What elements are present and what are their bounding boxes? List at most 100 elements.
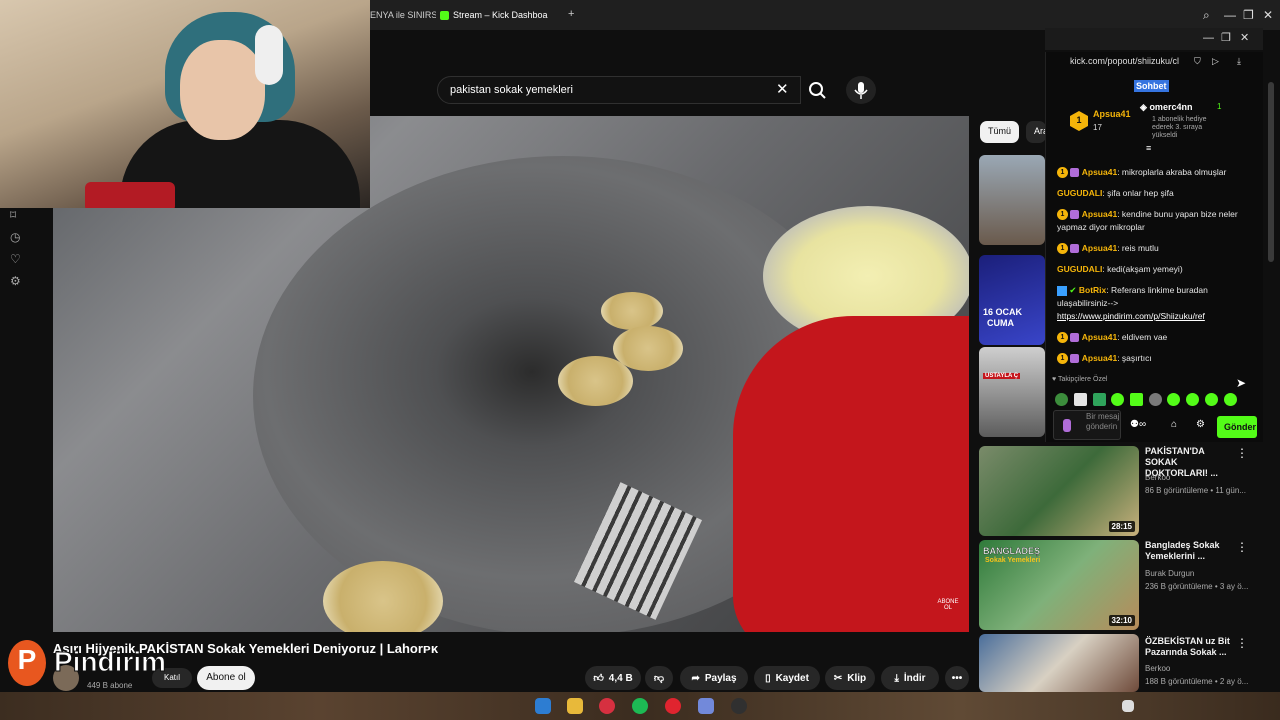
- chat-url[interactable]: kick.com/popout/shiizuku/cl: [1070, 56, 1179, 66]
- badge-icon: 1: [1057, 353, 1068, 365]
- minimize-icon[interactable]: —: [1224, 8, 1236, 22]
- recommendation-title[interactable]: Bangladeş Sokak Yemeklerini ...: [1145, 540, 1235, 562]
- emote-icon[interactable]: [1224, 393, 1237, 406]
- chat-username[interactable]: Apsua41: [1082, 209, 1117, 219]
- chat-username[interactable]: Apsua41: [1082, 167, 1117, 177]
- thumb-overlay-text: USTAYLA Ç: [983, 373, 1021, 379]
- chat-username[interactable]: GUGUDALI: [1057, 264, 1102, 274]
- opera-icon[interactable]: [599, 698, 615, 714]
- search-tabs-icon[interactable]: ⌕: [1203, 8, 1210, 23]
- recommendation-channel[interactable]: Burak Durgun: [1145, 569, 1194, 578]
- bookmark-icon[interactable]: ⌑: [10, 208, 16, 222]
- gift-icon: ◈: [1140, 102, 1147, 112]
- tab-kick-dashboard[interactable]: Stream – Kick Dashboa: [440, 6, 560, 24]
- scrollbar[interactable]: [1268, 82, 1274, 262]
- recommendation-thumbnail[interactable]: 16 OCAK CUMA: [979, 255, 1045, 345]
- streamer-webcam: [0, 0, 370, 208]
- thumbs-down-icon: 👎︎: [653, 673, 665, 684]
- recommendation-channel[interactable]: Berkoo: [1145, 473, 1170, 482]
- close-icon[interactable]: ✕: [1263, 8, 1273, 22]
- chat-username[interactable]: Apsua41: [1082, 243, 1117, 253]
- more-icon[interactable]: ⋮: [1236, 636, 1248, 650]
- thumb-title: BANGLADEŞ: [983, 546, 1041, 556]
- clear-search-icon[interactable]: ✕: [776, 80, 789, 98]
- sub-badge-icon: [1070, 354, 1080, 364]
- clip-button[interactable]: ✂ Klip: [825, 666, 875, 690]
- emote-icon[interactable]: [1149, 393, 1162, 406]
- chat-text: mikroplarla akraba olmuşlar: [1121, 167, 1227, 177]
- emote-icon[interactable]: [1205, 393, 1218, 406]
- emote-icon[interactable]: [1074, 393, 1087, 406]
- share-button[interactable]: ➦ Paylaş: [680, 666, 748, 690]
- chat-username[interactable]: GUGUDALI: [1057, 188, 1102, 198]
- history-icon[interactable]: ◷: [10, 230, 20, 244]
- obs-icon[interactable]: [731, 698, 747, 714]
- subscribe-button[interactable]: Abone ol: [197, 666, 255, 690]
- emote-icon[interactable]: [1055, 393, 1068, 406]
- emote-icon[interactable]: [1093, 393, 1106, 406]
- recommendation-title[interactable]: ÖZBEKİSTAN uz Bit Pazarında Sokak ...: [1145, 636, 1235, 658]
- restore-icon[interactable]: ❐: [1243, 8, 1254, 22]
- badge-icon: 1: [1057, 243, 1068, 255]
- emote-icon[interactable]: [1167, 393, 1180, 406]
- voice-search-button[interactable]: [846, 76, 876, 104]
- subscribe-watermark[interactable]: ABONE OL: [935, 592, 961, 618]
- chip-related[interactable]: Ara: [1026, 121, 1046, 143]
- discord-icon[interactable]: [698, 698, 714, 714]
- settings-icon[interactable]: ⚙: [10, 274, 21, 288]
- like-button[interactable]: 👍︎ 4,4 B: [585, 666, 641, 690]
- chip-all[interactable]: Tümü: [980, 121, 1020, 143]
- app-icon[interactable]: [535, 698, 551, 714]
- recommendation-thumbnail[interactable]: [979, 634, 1139, 692]
- chat-username[interactable]: Apsua41: [1082, 332, 1117, 342]
- top-gifter-name[interactable]: Apsua41: [1093, 109, 1131, 119]
- chat-link[interactable]: https://www.pindirim.com/p/Shiizuku/ref: [1057, 311, 1205, 321]
- restore-icon[interactable]: ❐: [1221, 31, 1231, 44]
- save-button[interactable]: ▯ Kaydet: [754, 666, 820, 690]
- more-actions-button[interactable]: •••: [945, 666, 969, 690]
- gifter-label: omerc4nn: [1149, 102, 1193, 112]
- gifter-name[interactable]: ◈ omerc4nn: [1140, 102, 1192, 113]
- close-icon[interactable]: ✕: [1240, 31, 1249, 44]
- shield-icon[interactable]: ⛉: [1194, 56, 1201, 67]
- tab-chat[interactable]: Sohbet: [1134, 80, 1169, 92]
- recommendation-channel[interactable]: Berkoo: [1145, 664, 1170, 673]
- save-label: Kaydet: [775, 672, 809, 684]
- tab-enya[interactable]: ENYA ile SINIRS: [370, 6, 436, 24]
- more-icon[interactable]: ⋮: [1236, 446, 1248, 460]
- more-icon[interactable]: ⋮: [1236, 540, 1248, 554]
- chat-username[interactable]: Apsua41: [1082, 353, 1117, 363]
- send-button[interactable]: Gönder: [1217, 416, 1257, 438]
- tray-icon[interactable]: [1122, 700, 1134, 712]
- folder-icon[interactable]: [567, 698, 583, 714]
- users-icon[interactable]: ⚉∞: [1130, 419, 1146, 430]
- followers-only-text: Takipçilere Özel: [1057, 376, 1108, 383]
- recommendation-thumbnail[interactable]: USTAYLA Ç: [979, 347, 1045, 437]
- drag-handle-icon[interactable]: ≡: [1146, 143, 1151, 153]
- like-icon[interactable]: ♡: [10, 252, 21, 266]
- app-icon[interactable]: [665, 698, 681, 714]
- spotify-icon[interactable]: [632, 698, 648, 714]
- recommendation-thumbnail[interactable]: [979, 155, 1045, 245]
- video-food: [558, 356, 633, 406]
- mic-icon: [854, 82, 868, 99]
- chat-username[interactable]: BotRix: [1079, 285, 1106, 295]
- store-icon[interactable]: ⌂: [1171, 419, 1177, 430]
- pindirim-icon: P: [8, 640, 46, 686]
- dislike-button[interactable]: 👎︎: [645, 666, 673, 690]
- chat-input[interactable]: Bir mesaj gönderin: [1053, 410, 1121, 440]
- recommendation-thumbnail[interactable]: 28:15: [979, 446, 1139, 536]
- minimize-icon[interactable]: —: [1203, 32, 1214, 44]
- search-button[interactable]: [801, 76, 835, 104]
- download-button[interactable]: ⤓ İndir: [881, 666, 939, 690]
- send-icon[interactable]: ▷: [1212, 56, 1219, 67]
- emote-icon[interactable]: [1186, 393, 1199, 406]
- new-tab-button[interactable]: +: [568, 8, 574, 20]
- gear-icon[interactable]: ⚙: [1196, 419, 1205, 430]
- download-icon[interactable]: ⤓: [1237, 56, 1241, 67]
- emote-icon[interactable]: [1111, 393, 1124, 406]
- emote-icon[interactable]: [1130, 393, 1143, 406]
- gift-text: 1 abonelik hediye ederek 3. sıraya yükse…: [1152, 116, 1207, 139]
- search-input[interactable]: pakistan sokak yemekleri: [437, 76, 801, 104]
- recommendation-thumbnail[interactable]: BANGLADEŞ Sokak Yemekleri 32:10: [979, 540, 1139, 630]
